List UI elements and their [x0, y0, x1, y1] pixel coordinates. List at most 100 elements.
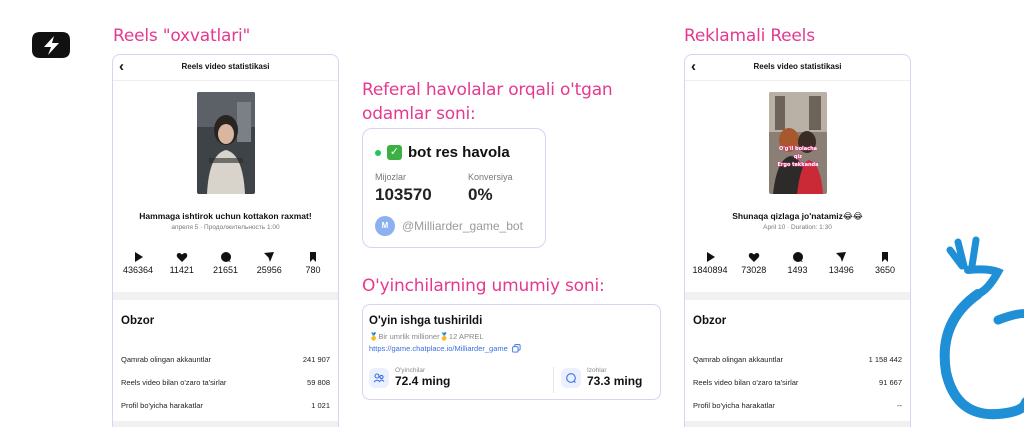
divider: [553, 367, 554, 393]
row-value: 1 158 442: [868, 355, 902, 364]
stat-value: 25956: [256, 265, 282, 275]
referral-title: bot res havola: [408, 144, 510, 161]
reel-caption: Hammaga ishtirok uchun kottakon raxmat!: [139, 211, 312, 221]
clients-label: Mijozlar: [375, 172, 407, 182]
stat-comments: 1493: [777, 251, 819, 275]
clients-value: 103570: [375, 185, 432, 204]
stat-shares: 25956: [248, 251, 290, 275]
stat-comments: 21651: [205, 251, 247, 275]
stat-saves: 780: [292, 251, 334, 275]
reel-stats: 436364 11421 21651 25956 780: [117, 251, 334, 275]
row-label: Profil bo'yicha harakatlar: [693, 401, 775, 410]
share-icon: [264, 252, 275, 262]
stat-likes: 11421: [161, 251, 203, 275]
row-label: Reels video bilan o'zaro ta'sirlar: [121, 378, 227, 387]
brand-logo: [32, 32, 70, 58]
comments-value: 73.3 ming: [587, 374, 643, 388]
game-launch-card: O'yin ishga tushirildi 🥇Bir umrlik milli…: [362, 304, 661, 400]
reel-caption: Shunaqa qizlaga jo'natamiz😂😂: [732, 211, 863, 221]
comment-icon: [792, 252, 803, 262]
game-title: O'yin ishga tushirildi: [369, 315, 483, 327]
overview-row: Reels video bilan o'zaro ta'sirlar 59 80…: [121, 378, 330, 387]
divider: [113, 421, 338, 427]
stat-value: 13496: [828, 265, 854, 275]
bookmark-icon: [310, 252, 316, 262]
svg-text:O'g'il bolacha: O'g'il bolacha: [779, 146, 817, 152]
stat-value: 1493: [787, 265, 808, 275]
row-value: 241 907: [302, 355, 330, 364]
stat-shares: 13496: [820, 251, 862, 275]
row-value: --: [897, 401, 902, 410]
reel-thumbnail[interactable]: [197, 92, 255, 194]
panel-title: Reels video statistikasi: [753, 62, 842, 71]
reel-stats: 1840894 73028 1493 13496 3650: [689, 251, 906, 275]
row-label: Reels video bilan o'zaro ta'sirlar: [693, 378, 799, 387]
reels-stats-panel-left: ‹ Reels video statistikasi Hammaga ishti…: [112, 54, 339, 427]
stat-value: 21651: [212, 265, 239, 275]
reels-stats-panel-right: ‹ Reels video statistikasi O'g'il bolach…: [684, 54, 911, 427]
users-icon: [369, 367, 389, 388]
avatar: M: [375, 216, 395, 236]
copy-icon[interactable]: [512, 344, 521, 353]
row-value: 59 808: [307, 378, 330, 387]
comments-stat: Izohlar 73.3 ming: [561, 367, 642, 388]
divider: [685, 421, 910, 427]
comment-icon: [220, 252, 231, 262]
panel-header: ‹ Reels video statistikasi: [685, 55, 910, 81]
players-label: O'yinchilar: [395, 367, 426, 374]
heading-players: O'yinchilarning umumiy soni:: [362, 276, 605, 296]
heart-icon: [176, 252, 187, 262]
row-value: 91 667: [879, 378, 902, 387]
reel-thumbnail[interactable]: O'g'il bolacha qiz Ergo tekkanda: [769, 92, 827, 194]
referral-link-card[interactable]: ✓ bot res havola Mijozlar 103570 Konvers…: [362, 128, 546, 248]
stat-likes: 73028: [733, 251, 775, 275]
overview-row: Profil bo'yicha harakatlar --: [693, 401, 902, 410]
heading-ad-reels: Reklamali Reels: [684, 26, 815, 46]
stat-value: 3650: [874, 265, 896, 275]
stat-plays: 436364: [117, 251, 159, 275]
players-stat: O'yinchilar 72.4 ming: [369, 367, 450, 388]
overview-title: Obzor: [121, 315, 155, 327]
game-link[interactable]: https://game.chatplace.io/Milliarder_gam…: [369, 344, 508, 353]
heading-reels-reach: Reels "oxvatlari": [113, 26, 251, 46]
stat-value: 11421: [169, 265, 194, 275]
bot-row[interactable]: M @Milliarder_game_bot: [375, 216, 523, 236]
heading-referral: Referal havolalar orqali o'tgan odamlar …: [362, 80, 613, 124]
players-value: 72.4 ming: [395, 374, 451, 388]
stat-saves: 3650: [864, 251, 906, 275]
row-label: Qamrab olingan akkauntlar: [693, 355, 784, 364]
overview-row: Qamrab olingan akkauntlar 241 907: [121, 355, 330, 364]
stat-value: 73028: [741, 265, 767, 275]
play-icon: [707, 252, 715, 262]
svg-text:qiz: qiz: [794, 154, 802, 160]
overview-row: Reels video bilan o'zaro ta'sirlar 91 66…: [693, 378, 902, 387]
row-label: Qamrab olingan akkauntlar: [121, 355, 212, 364]
chat-bubble-icon: [561, 367, 581, 388]
game-link-row: https://game.chatplace.io/Milliarder_gam…: [369, 344, 521, 353]
conversion-value: 0%: [468, 185, 493, 204]
row-value: 1 021: [311, 401, 330, 410]
conversion-label: Konversiya: [468, 172, 513, 182]
stat-value: 436364: [122, 265, 154, 275]
overview-title: Obzor: [693, 315, 727, 327]
heart-icon: [748, 252, 759, 262]
svg-text:Ergo tekkanda: Ergo tekkanda: [778, 162, 819, 168]
status-dot: [375, 149, 381, 156]
decorative-blob: [939, 236, 1024, 420]
reel-meta: апреля 5 · Продолжительность 1:00: [171, 224, 280, 231]
stat-value: 780: [305, 265, 321, 275]
bookmark-icon: [882, 252, 888, 262]
comments-label: Izohlar: [587, 367, 607, 374]
reel-meta: April 10 · Duration: 1:30: [763, 224, 832, 231]
check-box-icon: ✓: [387, 145, 402, 160]
panel-header: ‹ Reels video statistikasi: [113, 55, 338, 81]
stat-value: 1840894: [692, 265, 728, 275]
stat-plays: 1840894: [689, 251, 731, 275]
overview-row: Qamrab olingan akkauntlar 1 158 442: [693, 355, 902, 364]
row-label: Profil bo'yicha harakatlar: [121, 401, 203, 410]
game-subtitle: 🥇Bir umrlik millioner🥇12 APREL: [369, 332, 484, 341]
divider: [685, 292, 910, 300]
share-icon: [836, 252, 847, 262]
bot-name: @Milliarder_game_bot: [402, 219, 523, 233]
panel-title: Reels video statistikasi: [181, 62, 270, 71]
